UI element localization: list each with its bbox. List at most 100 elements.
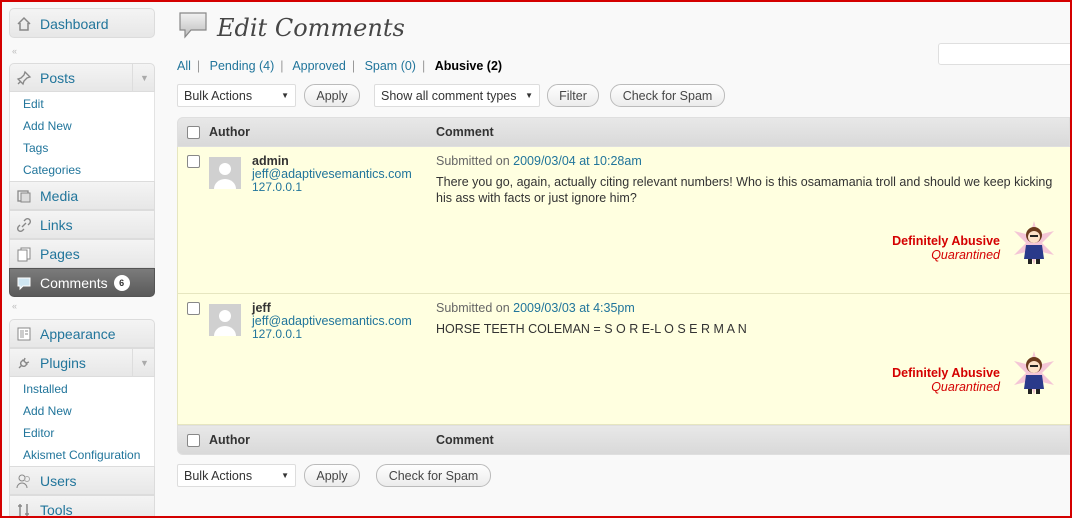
filter-pending[interactable]: Pending (4) [210,59,275,73]
bulk-actions-select[interactable]: Bulk Actions ▼ [177,84,296,107]
submitted-prefix: Submitted on [436,154,510,168]
submenu-add-new[interactable]: Add New [10,115,154,137]
comment-type-value: Show all comment types [381,88,517,103]
table-header: Author Comment [177,117,1070,147]
filter-spam[interactable]: Spam (0) [365,59,416,73]
menu-plugins[interactable]: Plugins ▼ [9,348,155,377]
menu-posts[interactable]: Posts ▼ [9,63,155,92]
plugins-submenu: Installed Add New Editor Akismet Configu… [9,377,155,467]
filter-approved[interactable]: Approved [292,59,346,73]
submenu-add-new[interactable]: Add New [10,400,154,422]
check-spam-button[interactable]: Check for Spam [610,84,725,107]
menu-toggle-icon[interactable]: ▼ [132,64,156,92]
comment-date-link[interactable]: 2009/03/03 at 4:35pm [513,301,635,315]
submitted-info: Submitted on 2009/03/04 at 10:28am [436,154,642,168]
column-header-author[interactable]: Author [209,125,250,139]
table-footer: Author Comment [177,425,1070,455]
admin-page: Dashboard « Posts ▼ Edit Add New Tags Ca… [2,2,1070,516]
quarantine-status: Quarantined [931,248,1000,262]
filter-abusive[interactable]: Abusive (2) [435,59,502,73]
table-row: admin jeff@adaptivesemantics.com 127.0.0… [177,147,1070,294]
row-checkbox[interactable] [187,155,200,168]
submenu-categories[interactable]: Categories [10,159,154,181]
menu-tools[interactable]: Tools [9,495,155,516]
table-row: jeff jeff@adaptivesemantics.com 127.0.0.… [177,294,1070,425]
avatar [209,304,241,336]
column-footer-author[interactable]: Author [209,433,250,447]
apply-button[interactable]: Apply [304,464,360,487]
menu-users[interactable]: Users [9,466,155,495]
pushpin-icon [16,70,32,86]
author-ip-link[interactable]: 127.0.0.1 [252,180,302,194]
author-name: jeff [252,301,271,315]
menu-label: Plugins [40,355,86,371]
posts-submenu: Edit Add New Tags Categories [9,92,155,182]
tools-icon [16,502,32,516]
menu-media[interactable]: Media [9,181,155,210]
menu-label: Links [40,217,73,233]
collapse-arrow-icon[interactable]: « [12,46,17,56]
abusive-mascot-icon [1014,351,1054,395]
menu-label: Posts [40,70,76,86]
menu-toggle-icon[interactable]: ▼ [132,349,156,377]
status-filter-links: All | Pending (4) | Approved | Spam (0) | Ab… [177,59,503,73]
comments-icon [177,10,209,45]
author-ip-link[interactable]: 127.0.0.1 [252,327,302,341]
bottom-toolbar: Bulk Actions ▼ Apply Check for Spam [177,464,491,487]
search-input[interactable] [938,43,1070,65]
menu-comments[interactable]: Comments 6 [9,268,155,297]
author-name: admin [252,154,289,168]
users-icon [16,473,32,489]
submenu-tags[interactable]: Tags [10,137,154,159]
author-email-link[interactable]: jeff@adaptivesemantics.com [252,167,412,181]
filter-all[interactable]: All [177,59,191,73]
page-title: Edit Comments [217,13,405,42]
menu-label: Tools [40,502,73,516]
submenu-editor[interactable]: Editor [10,422,154,444]
submenu-installed[interactable]: Installed [10,378,154,400]
menu-label: Pages [40,246,80,262]
bulk-actions-value: Bulk Actions [184,88,253,103]
select-all-checkbox[interactable] [187,126,200,139]
filter-button[interactable]: Filter [547,84,599,107]
select-all-checkbox[interactable] [187,434,200,447]
pages-icon [16,246,32,262]
abuse-status: Definitely Abusive Quarantined [892,366,1000,394]
comments-table: Author Comment admin jeff@adaptivesemant… [177,117,1070,455]
submenu-akismet[interactable]: Akismet Configuration [10,444,154,466]
quarantine-status: Quarantined [931,380,1000,394]
comment-type-select[interactable]: Show all comment types ▼ [374,84,540,107]
home-icon [16,16,32,32]
column-footer-comment[interactable]: Comment [436,433,494,447]
comment-text: HORSE TEETH COLEMAN = S O R E-L O S E R … [436,322,747,336]
menu-label: Appearance [40,326,116,342]
comment-count-badge: 6 [113,275,130,291]
check-spam-button[interactable]: Check for Spam [376,464,491,487]
column-header-comment[interactable]: Comment [436,125,494,139]
abuse-label: Definitely Abusive [892,366,1000,380]
menu-dashboard[interactable]: Dashboard [9,8,155,38]
menu-appearance[interactable]: Appearance [9,319,155,348]
collapse-arrow-icon[interactable]: « [12,301,17,311]
submenu-edit[interactable]: Edit [10,93,154,115]
menu-label: Dashboard [40,16,109,32]
appearance-icon [16,326,32,342]
chevron-down-icon: ▼ [525,91,533,100]
chevron-down-icon: ▼ [281,471,289,480]
bulk-actions-value: Bulk Actions [184,468,253,483]
bulk-actions-select[interactable]: Bulk Actions ▼ [177,464,296,487]
link-icon [16,217,32,233]
avatar [209,157,241,189]
media-icon [16,188,32,204]
row-checkbox[interactable] [187,302,200,315]
author-email-link[interactable]: jeff@adaptivesemantics.com [252,314,412,328]
menu-links[interactable]: Links [9,210,155,239]
submitted-prefix: Submitted on [436,301,510,315]
menu-label: Media [40,188,79,204]
apply-button[interactable]: Apply [304,84,360,107]
comment-date-link[interactable]: 2009/03/04 at 10:28am [513,154,642,168]
menu-label: Comments [40,275,108,291]
menu-pages[interactable]: Pages [9,239,155,268]
submitted-info: Submitted on 2009/03/03 at 4:35pm [436,301,635,315]
abuse-label: Definitely Abusive [892,234,1000,248]
